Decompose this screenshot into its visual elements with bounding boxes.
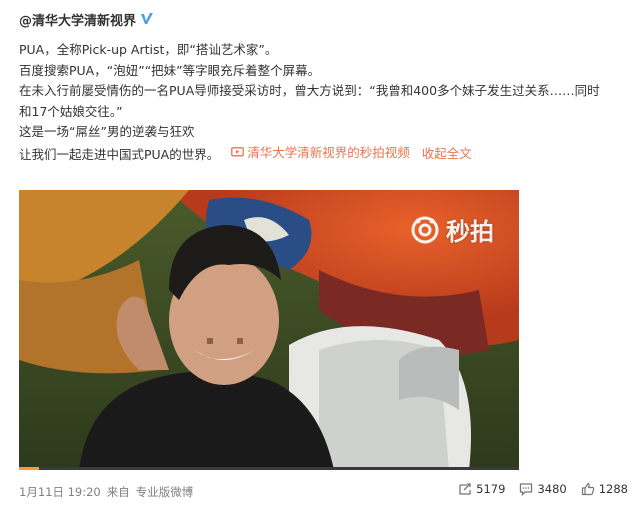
from-label: 来自 — [106, 485, 130, 499]
video-player[interactable]: 秒拍 — [19, 190, 519, 470]
post-date[interactable]: 1月11日 19:20 — [19, 484, 101, 500]
collapse-link[interactable]: 收起全文 — [422, 146, 472, 161]
post-line: 这是一场“屌丝”男的逆袭与狂欢 — [19, 124, 195, 139]
post-footer: 1月11日 19:20 来自 专业版微博 — [19, 484, 193, 500]
verified-v-icon — [141, 13, 154, 24]
comment-button[interactable]: 3480 — [519, 482, 567, 496]
comment-icon — [520, 483, 533, 496]
miaopai-logo-icon — [411, 216, 439, 243]
post-source[interactable]: 专业版微博 — [136, 484, 194, 500]
repost-button[interactable]: 5179 — [458, 482, 505, 496]
post-actions: 5179 3480 1288 — [444, 482, 628, 496]
post-header: @清华大学清新视界 — [19, 10, 154, 29]
video-link[interactable]: 清华大学清新视界的秒拍视频 — [231, 143, 410, 164]
like-button[interactable]: 1288 — [581, 482, 628, 496]
video-link-label: 清华大学清新视界的秒拍视频 — [247, 144, 410, 160]
watermark-text: 秒拍 — [446, 218, 494, 246]
comment-count: 3480 — [537, 482, 567, 496]
post-line: 和17个姑娘交往。” — [19, 103, 123, 119]
post-text: PUA，全称Pick-up Artist，即“搭讪艺术家”。 百度搜索PUA，“… — [19, 40, 619, 165]
like-count: 1288 — [598, 482, 628, 496]
video-progress-fill — [19, 467, 39, 470]
post-line: 百度搜索PUA，“泡妞”“把妹”等字眼充斥着整个屏幕。 — [19, 62, 321, 78]
repost-count: 5179 — [476, 482, 506, 496]
video-progress-bar[interactable] — [19, 467, 519, 470]
post-line-last: 让我们一起走进中国式PUA的世界。 清华大学清新视界的秒拍视频 收起全文 — [19, 143, 619, 165]
author-name[interactable]: @清华大学清新视界 — [19, 10, 136, 29]
repost-icon — [459, 483, 471, 495]
watermark: 秒拍 — [410, 212, 494, 247]
post-line: 在未入行前屡受情伤的一名PUA导师接受采访时，曾大方说到：“我曾和400多个妹子… — [19, 83, 600, 98]
weibo-post-card: @清华大学清新视界 PUA，全称Pick-up Artist，即“搭讪艺术家”。… — [0, 0, 634, 506]
video-play-icon — [231, 147, 245, 157]
post-line-text: 让我们一起走进中国式PUA的世界。 — [19, 146, 220, 162]
post-line: PUA，全称Pick-up Artist，即“搭讪艺术家”。 — [19, 42, 278, 57]
thumbs-up-icon — [581, 482, 594, 496]
